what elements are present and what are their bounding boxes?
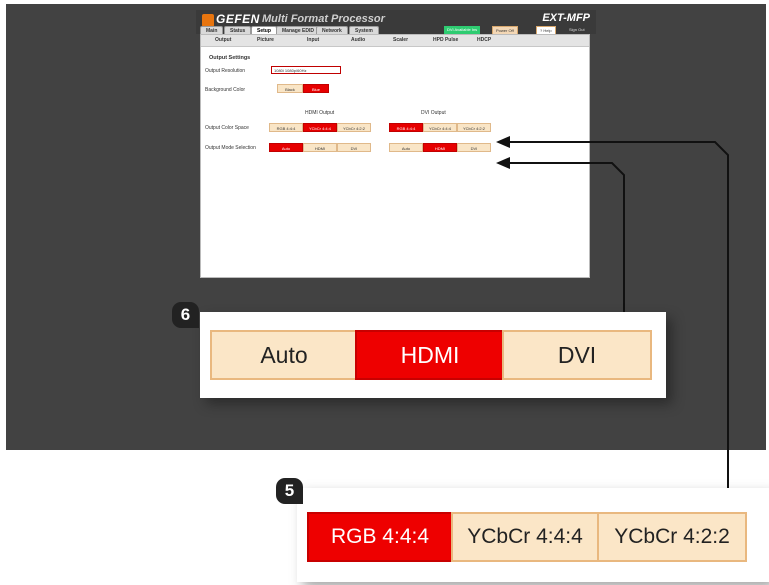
callout-mode-hdmi-button[interactable]: HDMI [355,330,505,380]
callout-mode-auto-button[interactable]: Auto [210,330,358,380]
callout-badge-6: 6 [172,302,199,328]
arrowhead-6-icon [496,157,510,169]
callout-ycbcr444-button[interactable]: YCbCr 4:4:4 [451,512,599,562]
callout-output-mode: Auto HDMI DVI [200,312,666,398]
manual-illustration: GEFEN Multi Format Processor EXT-MFP Mai… [0,0,769,585]
connector-line-6 [506,162,625,322]
callout-badge-5: 5 [276,478,303,504]
arrowhead-5-icon [496,136,510,148]
callout-color-space: RGB 4:4:4 YCbCr 4:4:4 YCbCr 4:2:2 [297,488,769,582]
callout-rgb444-button[interactable]: RGB 4:4:4 [307,512,453,562]
callout-mode-dvi-button[interactable]: DVI [502,330,652,380]
callout-ycbcr422-button[interactable]: YCbCr 4:2:2 [597,512,747,562]
